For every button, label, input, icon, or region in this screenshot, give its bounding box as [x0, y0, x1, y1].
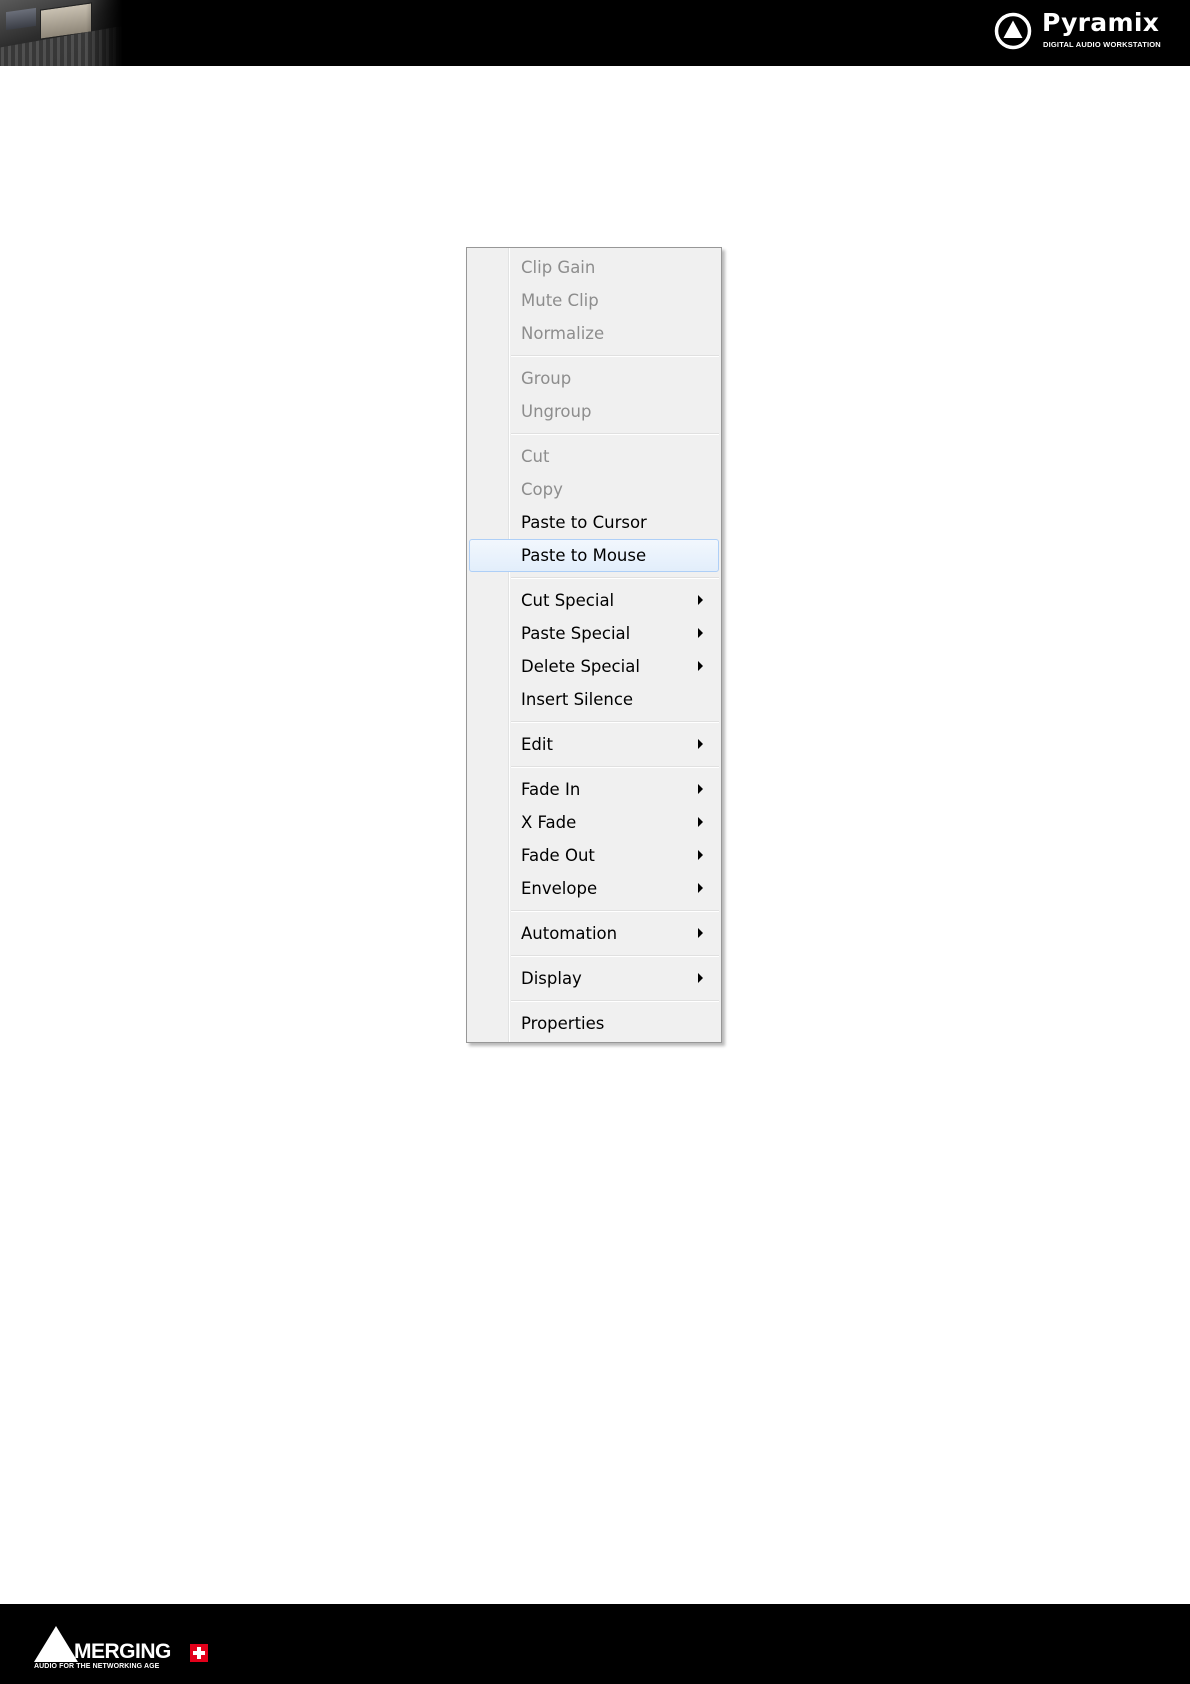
menu-item-label: Edit: [521, 735, 553, 754]
menu-item-normalize[interactable]: Normalize: [469, 317, 719, 350]
merging-logo: MERGING AUDIO FOR THE NETWORKING AGE: [34, 1626, 234, 1672]
header-bar: Pyramix DIGITAL AUDIO WORKSTATION: [0, 0, 1190, 66]
menu-separator: [467, 428, 721, 440]
menu-item-label: Envelope: [521, 879, 598, 898]
chevron-right-icon: [698, 817, 703, 827]
menu-separator: [467, 905, 721, 917]
menu-item-label: Cut Special: [521, 591, 615, 610]
menu-item-properties[interactable]: Properties: [469, 1007, 719, 1040]
menu-item-paste-to-mouse[interactable]: Paste to Mouse: [469, 539, 719, 572]
menu-item-display[interactable]: Display: [469, 962, 719, 995]
menu-item-paste-special[interactable]: Paste Special: [469, 617, 719, 650]
menu-item-label: Display: [521, 969, 582, 988]
chevron-right-icon: [698, 595, 703, 605]
chevron-right-icon: [698, 739, 703, 749]
menu-separator: [467, 761, 721, 773]
chevron-right-icon: [698, 883, 703, 893]
merging-triangle-icon: [34, 1626, 78, 1662]
menu-item-label: Fade In: [521, 780, 581, 799]
menu-item-edit[interactable]: Edit: [469, 728, 719, 761]
menu-item-label: Group: [521, 369, 572, 388]
menu-separator: [467, 995, 721, 1007]
header-studio-photo: [0, 0, 122, 66]
menu-item-label: Fade Out: [521, 846, 595, 865]
clip-context-menu: Clip Gain Mute Clip Normalize Group Ungroup C…: [466, 247, 722, 1043]
brand-name: Pyramix: [1042, 8, 1160, 37]
menu-item-label: Normalize: [521, 324, 605, 343]
menu-item-delete-special[interactable]: Delete Special: [469, 650, 719, 683]
photo-secondary-screen: [6, 7, 36, 31]
chevron-right-icon: [698, 784, 703, 794]
menu-item-label: X Fade: [521, 813, 577, 832]
photo-fade-edge: [86, 0, 122, 66]
chevron-right-icon: [698, 628, 703, 638]
menu-separator: [467, 950, 721, 962]
menu-item-x-fade[interactable]: X Fade: [469, 806, 719, 839]
menu-separator: [467, 716, 721, 728]
document-page: Pyramix DIGITAL AUDIO WORKSTATION Clip G…: [0, 0, 1190, 1684]
menu-item-ungroup[interactable]: Ungroup: [469, 395, 719, 428]
menu-item-paste-to-cursor[interactable]: Paste to Cursor: [469, 506, 719, 539]
menu-item-envelope[interactable]: Envelope: [469, 872, 719, 905]
menu-item-label: Properties: [521, 1014, 605, 1033]
menu-item-cut-special[interactable]: Cut Special: [469, 584, 719, 617]
menu-item-label: Delete Special: [521, 657, 640, 676]
menu-item-copy[interactable]: Copy: [469, 473, 719, 506]
chevron-right-icon: [698, 850, 703, 860]
menu-item-label: Mute Clip: [521, 291, 599, 310]
menu-item-label: Cut: [521, 447, 550, 466]
merging-logo-tagline: AUDIO FOR THE NETWORKING AGE: [34, 1663, 160, 1670]
menu-item-automation[interactable]: Automation: [469, 917, 719, 950]
menu-item-label: Paste Special: [521, 624, 631, 643]
menu-separator: [467, 350, 721, 362]
swiss-cross-icon: [190, 1644, 208, 1662]
menu-item-label: Automation: [521, 924, 618, 943]
menu-separator: [467, 572, 721, 584]
menu-item-fade-out[interactable]: Fade Out: [469, 839, 719, 872]
footer-bar: MERGING AUDIO FOR THE NETWORKING AGE: [0, 1604, 1190, 1684]
menu-item-label: Paste to Mouse: [521, 546, 647, 565]
menu-item-label: Insert Silence: [521, 690, 634, 709]
menu-item-label: Paste to Cursor: [521, 513, 647, 532]
brand-tagline: DIGITAL AUDIO WORKSTATION: [1043, 40, 1161, 49]
menu-item-cut[interactable]: Cut: [469, 440, 719, 473]
chevron-right-icon: [698, 928, 703, 938]
menu-item-label: Copy: [521, 480, 563, 499]
menu-item-mute-clip[interactable]: Mute Clip: [469, 284, 719, 317]
pyramix-logo: Pyramix DIGITAL AUDIO WORKSTATION: [994, 8, 1172, 54]
pyramix-triangle-icon: [994, 12, 1032, 50]
menu-item-label: Ungroup: [521, 402, 592, 421]
menu-item-clip-gain[interactable]: Clip Gain: [469, 251, 719, 284]
merging-logo-name: MERGING: [74, 1640, 171, 1663]
menu-item-group[interactable]: Group: [469, 362, 719, 395]
menu-item-insert-silence[interactable]: Insert Silence: [469, 683, 719, 716]
menu-item-label: Clip Gain: [521, 258, 596, 277]
chevron-right-icon: [698, 973, 703, 983]
menu-item-list: Clip Gain Mute Clip Normalize Group Ungroup C…: [467, 251, 721, 1040]
chevron-right-icon: [698, 661, 703, 671]
menu-item-fade-in[interactable]: Fade In: [469, 773, 719, 806]
